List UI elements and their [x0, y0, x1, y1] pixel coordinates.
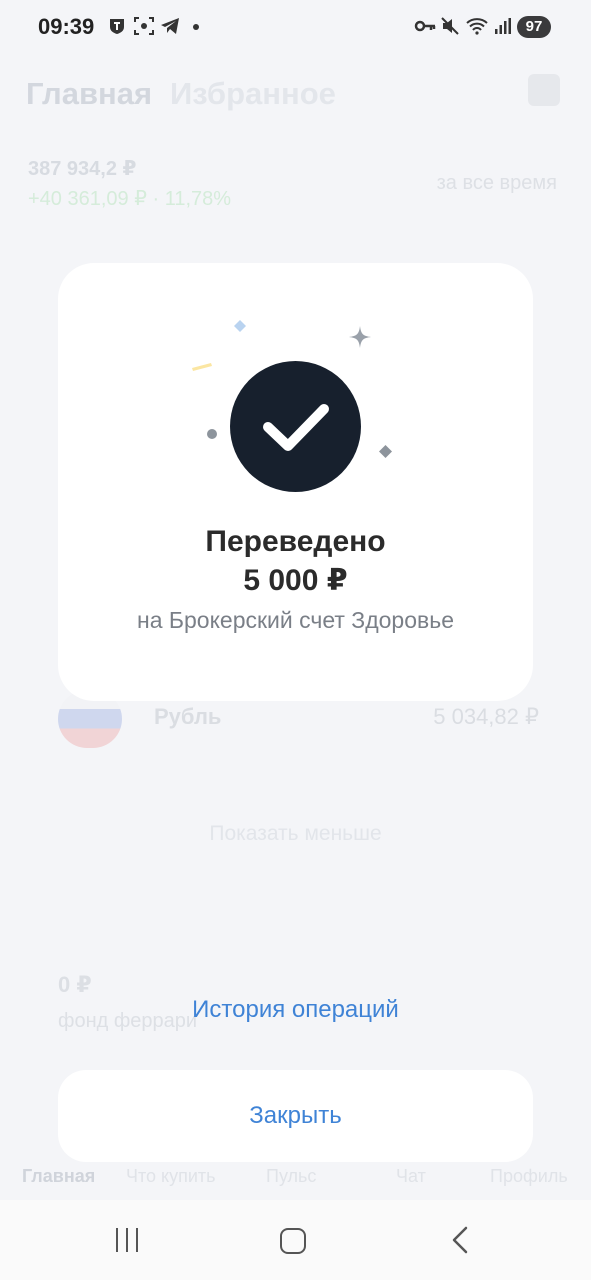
success-check-icon: [230, 361, 361, 492]
mute-icon: [440, 17, 460, 39]
confetti-yellow-icon: [192, 363, 212, 371]
telegram-icon: [160, 17, 180, 39]
back-icon[interactable]: [448, 1226, 472, 1254]
tinkoff-notification-icon: [108, 17, 126, 39]
confetti-blue-icon: [234, 320, 246, 332]
confetti-dot-icon: [207, 429, 217, 439]
portfolio-change: +40 361,09 ₽ · 11,78%: [28, 188, 232, 210]
nav-item-profile: Профиль: [490, 1166, 568, 1186]
dot-icon: [192, 17, 200, 39]
battery-indicator: 97: [517, 16, 551, 38]
transfer-success-card: Переведено 5 000 ₽ на Брокерский счет Зд…: [58, 263, 533, 701]
home-icon[interactable]: [280, 1228, 306, 1254]
transfer-amount: 5 000 ₽: [243, 564, 348, 597]
vpn-key-icon: [414, 17, 436, 39]
currency-value: 5 034,82 ₽: [433, 704, 539, 729]
confetti-sparkle-icon: [349, 326, 371, 348]
signal-icon: [494, 17, 512, 39]
wifi-icon: [466, 17, 490, 39]
screenshot-icon: [134, 17, 154, 39]
nav-item-what-to-buy: Что купить: [126, 1166, 216, 1186]
status-bar: 09:39 97: [0, 0, 591, 56]
recents-icon[interactable]: [114, 1228, 140, 1252]
status-time: 09:39: [38, 14, 95, 39]
nav-item-pulse: Пульс: [266, 1166, 317, 1186]
fund-value: 0 ₽: [58, 972, 92, 997]
dialog-title: Переведено: [205, 525, 386, 558]
tab-main: Главная: [26, 76, 153, 111]
nav-item-chat: Чат: [396, 1166, 426, 1186]
tab-favorites: Избранное: [170, 76, 336, 111]
operations-history-link[interactable]: История операций: [0, 996, 591, 1024]
close-button[interactable]: Закрыть: [58, 1070, 533, 1162]
bottom-navigation: Главная Что купить Пульс Чат Профиль: [0, 1166, 591, 1196]
period-selector: за все время: [436, 172, 557, 194]
show-less-link: Показать меньше: [209, 822, 382, 845]
nav-item-home: Главная: [22, 1166, 96, 1186]
transfer-destination: на Брокерский счет Здоровье: [137, 607, 454, 633]
portfolio-total: 387 934,2 ₽: [28, 158, 137, 180]
gift-icon: [528, 74, 560, 106]
system-navigation-bar: [0, 1200, 591, 1280]
currency-name: Рубль: [154, 704, 222, 729]
confetti-diamond-icon: [379, 445, 392, 458]
